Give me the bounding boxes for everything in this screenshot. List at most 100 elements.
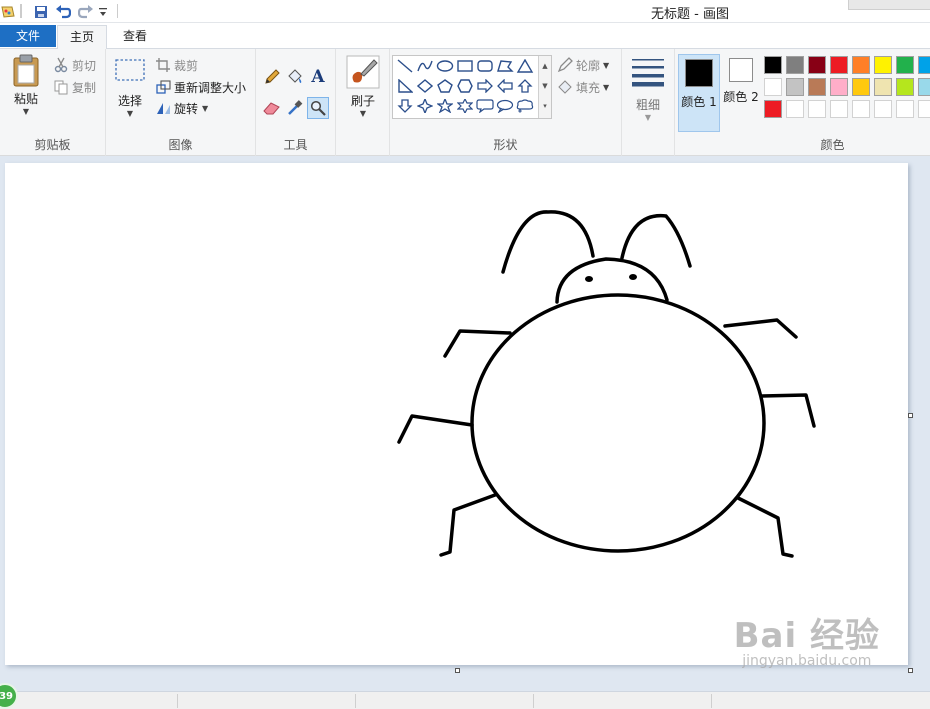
outline-button[interactable]: 轮廓 ▼ bbox=[556, 55, 609, 75]
color-swatch[interactable] bbox=[874, 78, 892, 96]
magnifier-icon[interactable] bbox=[307, 97, 329, 119]
image-group-label: 图像 bbox=[168, 138, 193, 152]
expand-gallery-icon[interactable]: ▾ bbox=[539, 96, 551, 116]
fill-bucket-icon bbox=[556, 78, 574, 96]
up-arrow-shape-icon[interactable] bbox=[515, 77, 535, 95]
rotate-icon bbox=[154, 99, 172, 117]
triangle-shape-icon[interactable] bbox=[515, 57, 535, 75]
color-swatch[interactable] bbox=[786, 100, 804, 118]
chevron-down-icon: ▼ bbox=[603, 82, 610, 92]
curve-shape-icon[interactable] bbox=[415, 57, 435, 75]
paint-app-icon[interactable] bbox=[0, 3, 16, 20]
window-controls-area[interactable] bbox=[848, 0, 930, 10]
tab-home[interactable]: 主页 bbox=[57, 25, 107, 49]
rectangle-shape-icon[interactable] bbox=[455, 57, 475, 75]
polygon-shape-icon[interactable] bbox=[495, 57, 515, 75]
brushes-label: 刷子 bbox=[350, 94, 375, 108]
color-swatch[interactable] bbox=[830, 78, 848, 96]
scroll-down-icon[interactable]: ▼ bbox=[539, 76, 551, 96]
right-triangle-shape-icon[interactable] bbox=[395, 77, 415, 95]
color-swatch[interactable] bbox=[896, 56, 914, 74]
shapes-scrollbar[interactable]: ▲ ▼ ▾ bbox=[538, 56, 551, 118]
text-icon[interactable]: A bbox=[307, 66, 329, 88]
resize-handle-corner[interactable] bbox=[908, 668, 913, 673]
cloud-callout-shape-icon[interactable] bbox=[515, 97, 535, 115]
color-swatch[interactable] bbox=[896, 78, 914, 96]
color-swatch[interactable] bbox=[918, 100, 930, 118]
oval-shape-icon[interactable] bbox=[435, 57, 455, 75]
eraser-icon[interactable] bbox=[261, 97, 283, 119]
color-swatch[interactable] bbox=[764, 56, 782, 74]
select-button[interactable]: 选择 ▼ bbox=[112, 57, 148, 133]
tab-view[interactable]: 查看 bbox=[110, 25, 160, 49]
color-swatch[interactable] bbox=[764, 78, 782, 96]
redo-icon[interactable] bbox=[77, 3, 95, 20]
chevron-down-icon: ▼ bbox=[126, 109, 134, 118]
drawing-canvas[interactable] bbox=[5, 163, 908, 665]
paste-button[interactable]: 粘贴 ▼ bbox=[6, 53, 46, 131]
oval-callout-shape-icon[interactable] bbox=[495, 97, 515, 115]
color-swatch[interactable] bbox=[786, 78, 804, 96]
left-arrow-shape-icon[interactable] bbox=[495, 77, 515, 95]
color-swatch[interactable] bbox=[808, 56, 826, 74]
ribbon-tab-row: 文件 主页 查看 bbox=[0, 23, 930, 49]
color-swatch[interactable] bbox=[874, 100, 892, 118]
clipboard-icon bbox=[13, 54, 39, 87]
outline-label: 轮廓 bbox=[576, 58, 601, 73]
rounded-rectangle-shape-icon[interactable] bbox=[475, 57, 495, 75]
color-swatch[interactable] bbox=[918, 78, 930, 96]
color-swatch[interactable] bbox=[764, 100, 782, 118]
diamond-shape-icon[interactable] bbox=[415, 77, 435, 95]
down-arrow-shape-icon[interactable] bbox=[395, 97, 415, 115]
color-swatch[interactable] bbox=[830, 100, 848, 118]
cut-button[interactable]: 剪切 bbox=[52, 55, 96, 75]
color1-button[interactable]: 颜色 1 bbox=[678, 54, 720, 132]
five-point-star-shape-icon[interactable] bbox=[435, 97, 455, 115]
color-swatch[interactable] bbox=[852, 78, 870, 96]
color-swatch[interactable] bbox=[808, 100, 826, 118]
outline-icon bbox=[556, 56, 574, 74]
six-point-star-shape-icon[interactable] bbox=[455, 97, 475, 115]
size-button[interactable]: 粗细 ▼ bbox=[626, 55, 670, 133]
shapes-gallery[interactable]: ▲ ▼ ▾ bbox=[392, 55, 552, 119]
ribbon: 粘贴 ▼ 剪切 复制 剪贴板 选择 ▼ 裁剪 重新调整大小 旋转 ▼ 图像 A … bbox=[0, 49, 930, 156]
color2-button[interactable]: 颜色 2 bbox=[720, 54, 762, 132]
chevron-down-icon: ▼ bbox=[202, 103, 209, 113]
line-shape-icon[interactable] bbox=[395, 57, 415, 75]
color-swatch[interactable] bbox=[918, 56, 930, 74]
color-swatch[interactable] bbox=[808, 78, 826, 96]
pentagon-shape-icon[interactable] bbox=[435, 77, 455, 95]
image-group: 选择 ▼ 裁剪 重新调整大小 旋转 ▼ 图像 bbox=[106, 49, 256, 156]
resize-button[interactable]: 重新调整大小 bbox=[154, 77, 246, 97]
color-swatch[interactable] bbox=[830, 56, 848, 74]
rotate-button[interactable]: 旋转 ▼ bbox=[154, 98, 208, 118]
four-point-star-shape-icon[interactable] bbox=[415, 97, 435, 115]
tab-file[interactable]: 文件 bbox=[0, 25, 56, 47]
right-arrow-shape-icon[interactable] bbox=[475, 77, 495, 95]
color-swatch[interactable] bbox=[786, 56, 804, 74]
fill-button[interactable]: 填充 ▼ bbox=[556, 77, 609, 97]
resize-handle-bottom[interactable] bbox=[455, 668, 460, 673]
hexagon-shape-icon[interactable] bbox=[455, 77, 475, 95]
fill-label: 填充 bbox=[576, 80, 601, 95]
rounded-callout-shape-icon[interactable] bbox=[475, 97, 495, 115]
color1-swatch bbox=[685, 59, 713, 87]
customize-dropdown-icon[interactable] bbox=[98, 3, 108, 20]
fill-icon[interactable] bbox=[284, 66, 306, 88]
save-icon[interactable] bbox=[33, 3, 49, 20]
rotate-label: 旋转 bbox=[174, 101, 199, 116]
copy-button[interactable]: 复制 bbox=[52, 77, 96, 97]
crop-button[interactable]: 裁剪 bbox=[154, 55, 198, 75]
color-swatch[interactable] bbox=[852, 100, 870, 118]
color2-swatch bbox=[729, 58, 753, 82]
undo-icon[interactable] bbox=[54, 3, 72, 20]
color-swatch[interactable] bbox=[896, 100, 914, 118]
color-swatch[interactable] bbox=[852, 56, 870, 74]
scroll-up-icon[interactable]: ▲ bbox=[539, 56, 551, 76]
title-bar: 无标题 - 画图 bbox=[0, 0, 930, 23]
brushes-button[interactable]: 刷子 ▼ bbox=[341, 55, 385, 133]
color-picker-icon[interactable] bbox=[284, 97, 306, 119]
resize-handle-right[interactable] bbox=[908, 413, 913, 418]
color-swatch[interactable] bbox=[874, 56, 892, 74]
pencil-icon[interactable] bbox=[261, 66, 283, 88]
